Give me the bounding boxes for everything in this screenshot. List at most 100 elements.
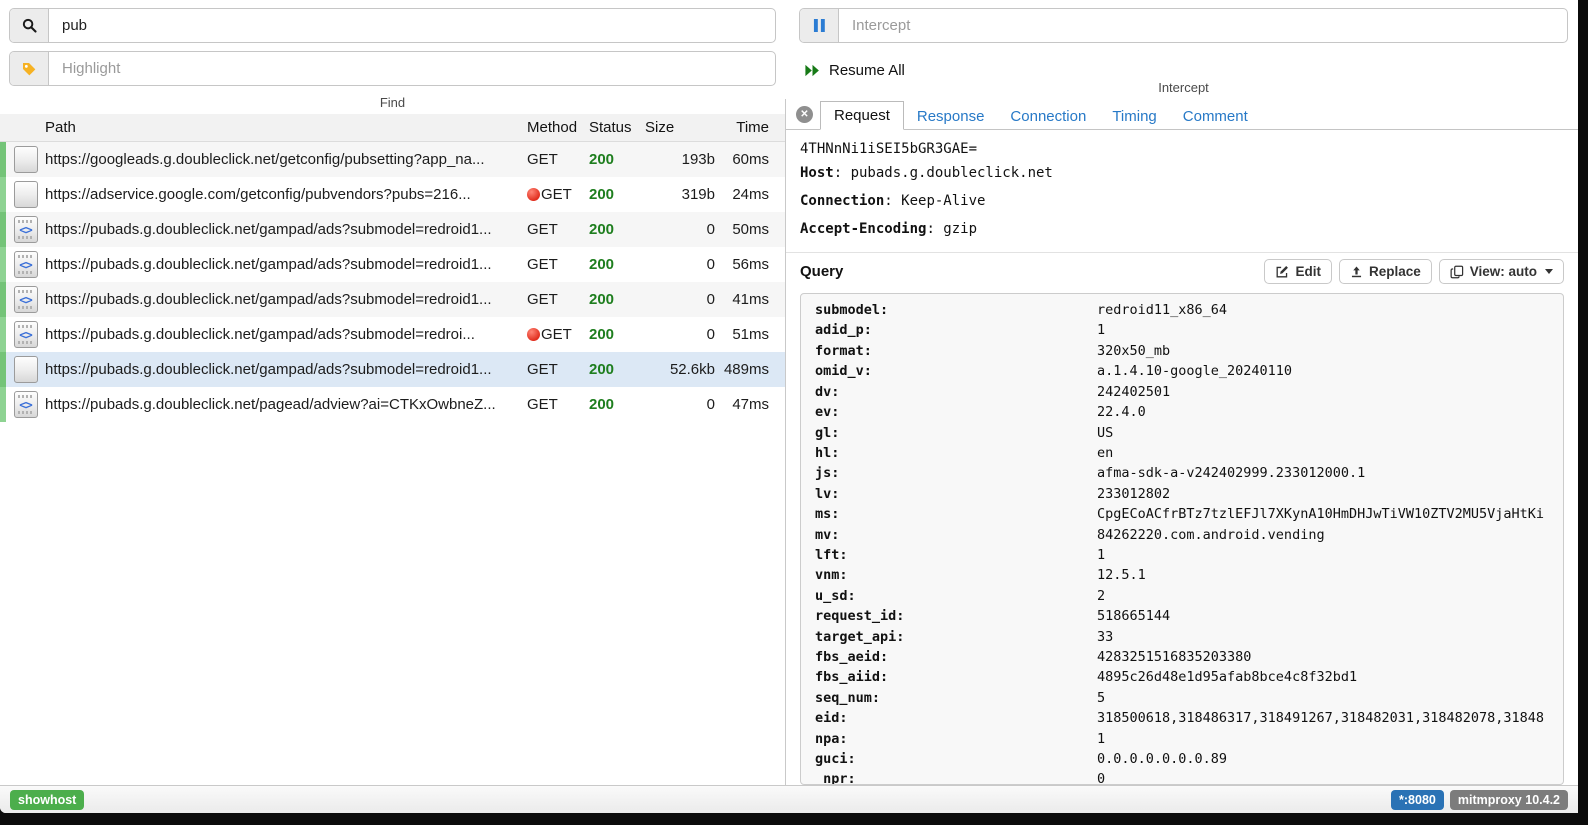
flow-icon-cell	[6, 356, 45, 383]
query-section-title: Query	[800, 263, 1257, 280]
tab-timing[interactable]: Timing	[1099, 103, 1169, 130]
intercept-toolbar: Resume All Intercept	[785, 0, 1578, 99]
query-param-key: fbs_aeid:	[815, 647, 1097, 667]
query-param-row: target_api:33	[815, 627, 1549, 647]
query-param-value: 2	[1097, 586, 1549, 606]
query-param-value: CpgECoACfrBTz7tzlEFJl7XKynA10HmDHJwTiVW1…	[1097, 504, 1549, 524]
query-param-row: fbs_aiid:4895c26d48e1d95afab8bce4c8f32bd…	[815, 667, 1549, 687]
flow-path: https://adservice.google.com/getconfig/p…	[45, 186, 527, 203]
flow-row[interactable]: https://googleads.g.doubleclick.net/getc…	[0, 142, 785, 177]
query-param-row: fbs_aeid:4283251516835203380	[815, 647, 1549, 667]
tab-comment[interactable]: Comment	[1170, 103, 1261, 130]
header-line: Accept-Encoding: gzip	[800, 215, 1564, 243]
query-param-value: US	[1097, 423, 1549, 443]
query-params-box: submodel:redroid11_x86_64adid_p:1format:…	[800, 293, 1564, 785]
flow-method-label: GET	[527, 151, 558, 168]
flow-row[interactable]: <>https://pubads.g.doubleclick.net/gampa…	[0, 317, 785, 352]
flow-size: 0	[645, 291, 715, 308]
query-param-row: npa:1	[815, 729, 1549, 749]
flow-row[interactable]: https://adservice.google.com/getconfig/p…	[0, 177, 785, 212]
query-params: submodel:redroid11_x86_64adid_p:1format:…	[815, 300, 1549, 785]
query-param-row: seq_num:5	[815, 688, 1549, 708]
find-toolbar: Find	[0, 0, 785, 114]
column-header-path[interactable]: Path	[0, 119, 527, 136]
html-document-icon: <>	[14, 321, 38, 348]
status-badge: *:8080	[1391, 790, 1444, 810]
view-mode-label: View: auto	[1470, 264, 1537, 279]
flow-table-header: Path Method Status Size Time	[0, 114, 785, 142]
chevron-down-icon	[1545, 269, 1553, 274]
flow-row[interactable]: <>https://pubads.g.doubleclick.net/gampa…	[0, 247, 785, 282]
flow-row[interactable]: <>https://pubads.g.doubleclick.net/pagea…	[0, 387, 785, 422]
column-header-status[interactable]: Status	[589, 119, 645, 136]
flow-method: GET	[527, 326, 589, 343]
query-param-key: npa:	[815, 729, 1097, 749]
query-param-key: ms:	[815, 504, 1097, 524]
document-icon	[14, 181, 38, 208]
highlight-input-group	[9, 51, 776, 86]
query-param-key: dv:	[815, 382, 1097, 402]
flow-method: GET	[527, 291, 589, 308]
flow-row[interactable]: https://pubads.g.doubleclick.net/gampad/…	[0, 352, 785, 387]
flow-icon-cell: <>	[6, 251, 45, 278]
tab-response[interactable]: Response	[904, 103, 998, 130]
query-param-row: gl:US	[815, 423, 1549, 443]
intercept-input[interactable]	[839, 9, 1567, 42]
flow-method: GET	[527, 186, 589, 203]
flow-row[interactable]: <>https://pubads.g.doubleclick.net/gampa…	[0, 212, 785, 247]
flow-method-label: GET	[527, 361, 558, 378]
replace-button[interactable]: Replace	[1339, 259, 1432, 284]
flow-path: https://pubads.g.doubleclick.net/gampad/…	[45, 291, 527, 308]
column-header-method[interactable]: Method	[527, 119, 589, 136]
query-param-row: request_id:518665144	[815, 606, 1549, 626]
view-mode-button[interactable]: View: auto	[1439, 259, 1564, 284]
edit-button-label: Edit	[1295, 264, 1321, 279]
mitmweb-window: Find Path Method Status Size Time https:…	[0, 0, 1578, 813]
query-param-row: mv:84262220.com.android.vending	[815, 525, 1549, 545]
flow-icon-cell: <>	[6, 216, 45, 243]
flow-status: 200	[589, 221, 645, 238]
header-value: : gzip	[926, 221, 977, 237]
flow-status: 200	[589, 291, 645, 308]
flow-row[interactable]: <> https://pubads.g.doubleclick.net/gampa…	[0, 282, 785, 317]
search-input[interactable]	[49, 9, 775, 42]
query-param-key: omid_v:	[815, 361, 1097, 381]
query-param-row: u_sd:2	[815, 586, 1549, 606]
html-document-icon: <>	[14, 251, 38, 278]
query-param-value: redroid11_x86_64	[1097, 300, 1549, 320]
query-param-row: _npr:0	[815, 769, 1549, 785]
flow-status: 200	[589, 396, 645, 413]
query-param-row: ev:22.4.0	[815, 402, 1549, 422]
query-param-row: vnm:12.5.1	[815, 565, 1549, 585]
tab-connection[interactable]: Connection	[997, 103, 1099, 130]
marker-icon	[527, 328, 540, 341]
query-param-key: seq_num:	[815, 688, 1097, 708]
header-name: Connection	[800, 193, 884, 209]
column-header-size[interactable]: Size	[645, 119, 715, 136]
query-param-row: submodel:redroid11_x86_64	[815, 300, 1549, 320]
status-bar-right: *:8080mitmproxy 10.4.2	[1391, 790, 1568, 810]
query-param-key: format:	[815, 341, 1097, 361]
status-bar: showhost *:8080mitmproxy 10.4.2	[0, 785, 1578, 813]
edit-icon	[1275, 265, 1289, 279]
flow-detail: ✕ RequestResponseConnectionTimingComment…	[785, 99, 1578, 785]
header-value: : Keep-Alive	[884, 193, 985, 209]
detail-panel: Resume All Intercept ✕ RequestResponseCo…	[785, 0, 1578, 785]
column-header-time[interactable]: Time	[715, 119, 769, 136]
query-param-value: 5	[1097, 688, 1549, 708]
resume-all-button[interactable]: Resume All	[799, 51, 934, 79]
flow-status: 200	[589, 361, 645, 378]
query-param-value: 22.4.0	[1097, 402, 1549, 422]
close-detail-icon[interactable]: ✕	[796, 106, 813, 123]
edit-button[interactable]: Edit	[1264, 259, 1332, 284]
query-param-key: ev:	[815, 402, 1097, 422]
fast-forward-icon	[804, 63, 821, 78]
html-document-icon: <>	[14, 286, 38, 313]
tab-request[interactable]: Request	[820, 101, 904, 130]
query-param-row: dv:242402501	[815, 382, 1549, 402]
flow-status: 200	[589, 151, 645, 168]
flow-method-label: GET	[527, 256, 558, 273]
flow-time: 24ms	[715, 186, 769, 203]
highlight-input[interactable]	[49, 52, 775, 85]
query-param-row: js:afma-sdk-a-v242402999.233012000.1	[815, 463, 1549, 483]
